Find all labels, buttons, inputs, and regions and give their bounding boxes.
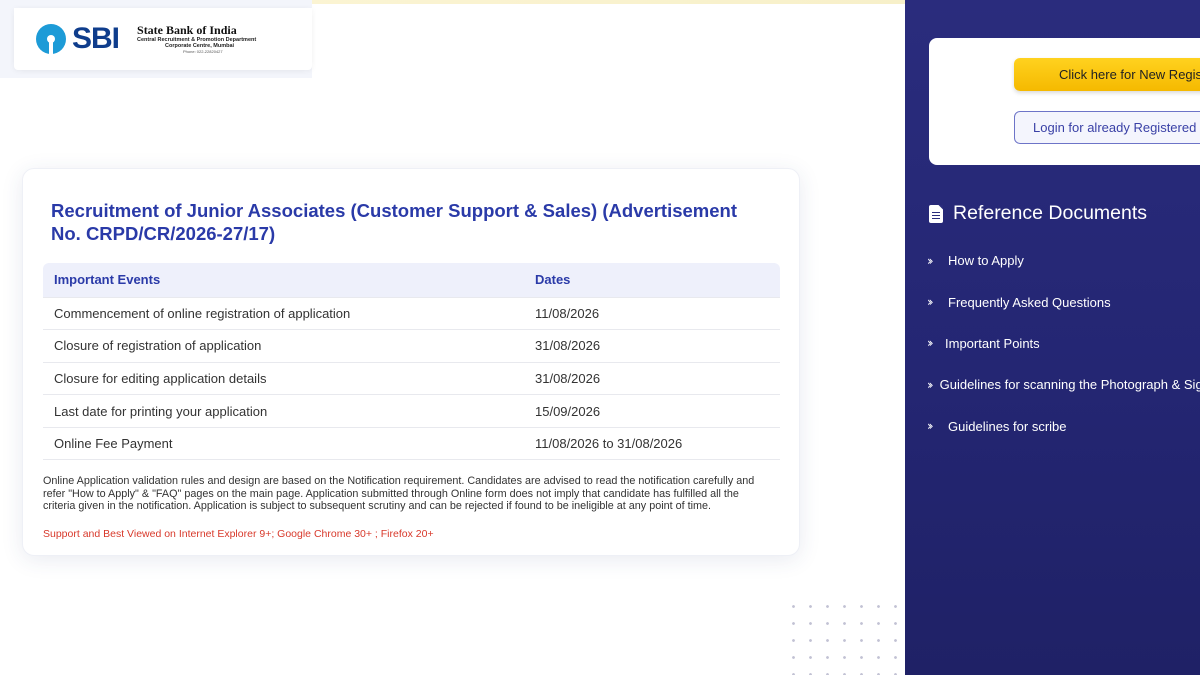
important-events-table: Important Events Dates Commencement of o…: [43, 263, 780, 461]
registration-card: Click here for New Registration Login fo…: [929, 38, 1200, 165]
event-date: 31/08/2026: [524, 362, 780, 396]
event-date: 11/08/2026: [524, 296, 780, 331]
double-chevron-right-icon: ››: [927, 419, 934, 434]
event-date: 11/08/2026 to 31/08/2026: [524, 427, 780, 461]
link-label: How to Apply: [948, 253, 1024, 269]
link-important-points[interactable]: ›› Important Points: [927, 323, 1200, 364]
link-scribe-guidelines[interactable]: ›› Guidelines for scribe: [927, 406, 1200, 447]
event-name: Online Fee Payment: [43, 427, 524, 461]
event-name: Last date for printing your application: [43, 394, 524, 428]
new-registration-button[interactable]: Click here for New Registration: [1014, 58, 1200, 91]
link-label: Frequently Asked Questions: [948, 294, 1111, 310]
double-chevron-right-icon: ››: [927, 377, 933, 392]
table-row: Closure of registration of application 3…: [43, 329, 780, 363]
sbi-logo-text: SBI: [72, 22, 120, 55]
bank-phone: Phone: 022-22820427: [183, 48, 223, 54]
sbi-keyhole-icon: [36, 24, 66, 54]
link-photo-guidelines[interactable]: ›› Guidelines for scanning the Photograp…: [927, 364, 1200, 405]
header-logo-area: SBI State Bank of India Central Recruitm…: [0, 0, 312, 78]
table-row: Online Fee Payment 11/08/2026 to 31/08/2…: [43, 427, 780, 461]
table-row: Closure for editing application details …: [43, 362, 780, 396]
login-registered-button[interactable]: Login for already Registered Candidates: [1014, 111, 1200, 144]
link-label: Guidelines for scanning the Photograph &…: [939, 377, 1200, 393]
link-label: Important Points: [945, 335, 1040, 351]
event-name: Commencement of online registration of a…: [43, 296, 524, 331]
double-chevron-right-icon: ››: [927, 295, 934, 310]
link-how-to-apply[interactable]: ›› How to Apply: [927, 240, 1200, 281]
event-date: 31/08/2026: [524, 329, 780, 363]
header-dates: Dates: [524, 263, 780, 297]
bank-name: State Bank of India: [137, 22, 237, 37]
event-date: 15/09/2026: [524, 394, 780, 428]
right-sidebar: Click here for New Registration Login fo…: [905, 0, 1200, 675]
reference-links: ›› How to Apply ›› Frequently Asked Ques…: [927, 240, 1200, 447]
link-faq[interactable]: ›› Frequently Asked Questions: [927, 281, 1200, 322]
validation-note: Online Application validation rules and …: [43, 475, 755, 513]
reference-documents-heading: Reference Documents: [929, 202, 1147, 225]
table-row: Last date for printing your application …: [43, 394, 780, 428]
bank-details: State Bank of India Central Recruitment …: [137, 24, 256, 54]
recruitment-card: Recruitment of Junior Associates (Custom…: [22, 168, 800, 556]
reference-documents-title: Reference Documents: [953, 202, 1148, 224]
event-name: Closure of registration of application: [43, 329, 524, 363]
header-important-events: Important Events: [43, 263, 524, 297]
table-row: Commencement of online registration of a…: [43, 296, 780, 331]
page-title: Recruitment of Junior Associates (Custom…: [51, 200, 738, 244]
table-header-row: Important Events Dates: [43, 263, 780, 297]
browser-support-note: Support and Best Viewed on Internet Expl…: [43, 528, 434, 540]
double-chevron-right-icon: ››: [927, 253, 934, 268]
double-chevron-right-icon: ››: [927, 336, 934, 351]
document-icon: [929, 204, 943, 223]
event-name: Closure for editing application details: [43, 362, 524, 396]
link-label: Guidelines for scribe: [948, 418, 1067, 434]
sbi-logo[interactable]: SBI State Bank of India Central Recruitm…: [14, 8, 312, 70]
